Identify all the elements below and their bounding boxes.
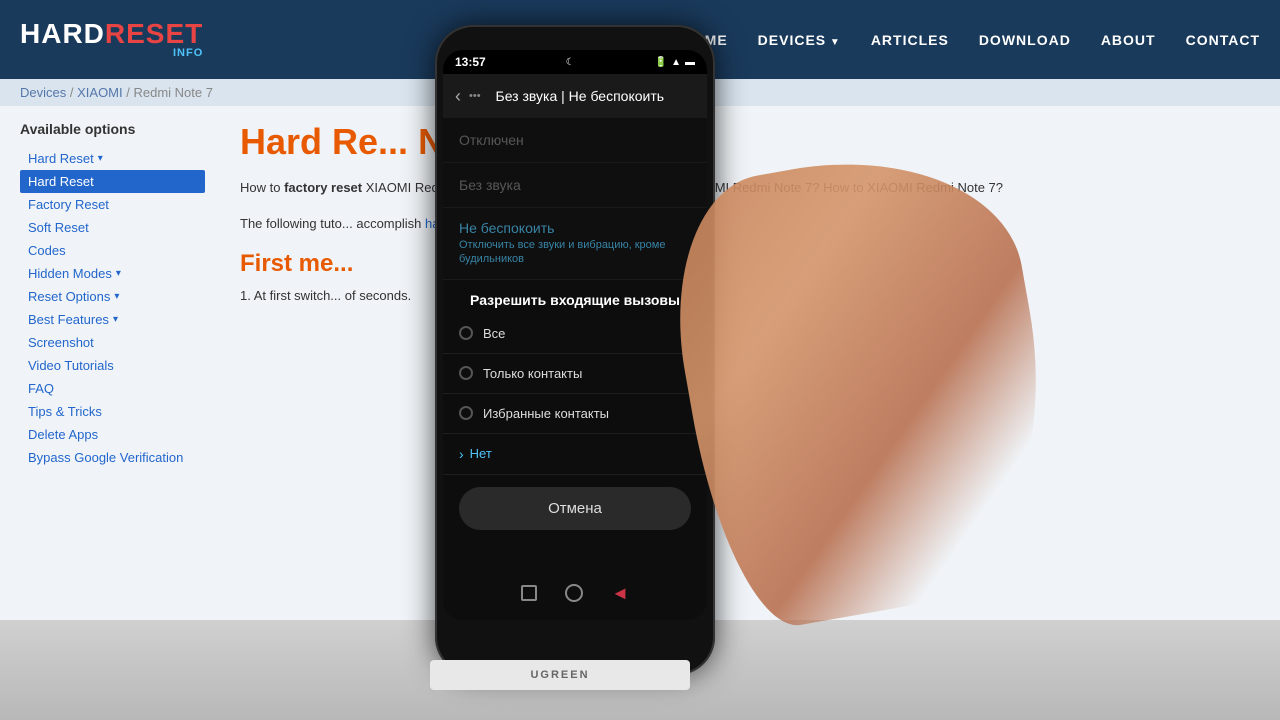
nav-articles[interactable]: ARTICLES [871,32,949,48]
sidebar-item-soft-reset[interactable]: Soft Reset [20,216,205,239]
ne-bespokoyt-subtitle: Отключить все звуки и вибрацию, кроме бу… [459,238,691,267]
sidebar-item-hidden-modes[interactable]: Hidden Modes ▾ [20,262,205,285]
phone-screen: 13:57 ☾ 🔋 ▲ ▬ ‹ ••• Без звука | Не беспо… [443,50,707,620]
sidebar: Available options Hard Reset ▾ Hard Rese… [20,121,220,469]
radio-contacts-only[interactable]: Только контакты [443,354,707,394]
nav-about[interactable]: ABOUT [1101,32,1156,48]
signal-icon: ▬ [685,57,695,68]
ne-bespokoyt-title[interactable]: Не беспокоить [459,220,691,236]
radio-favorites[interactable]: Избранные контакты [443,394,707,434]
phone-container: 13:57 ☾ 🔋 ▲ ▬ ‹ ••• Без звука | Не беспо… [420,10,730,690]
dropdown-arrow-reset: ▾ [114,291,119,302]
option-disabled[interactable]: Отключен [443,118,707,163]
radio-all[interactable]: Все [443,314,707,354]
phone-bottom-nav: ◄ [443,574,707,612]
sidebar-item-faq[interactable]: FAQ [20,377,205,400]
sidebar-item-best-features[interactable]: Best Features ▾ [20,308,205,331]
battery-icon: 🔋 [655,57,667,68]
cancel-button[interactable]: Отмена [459,487,691,530]
radio-section: Разрешить входящие вызовы Все Только кон… [443,280,707,530]
phone-body: 13:57 ☾ 🔋 ▲ ▬ ‹ ••• Без звука | Не беспо… [435,25,715,675]
dropdown-arrow: ▾ [98,153,103,164]
breadcrumb-xiaomi[interactable]: XIAOMI [77,85,123,100]
radio-dot-all [459,326,473,340]
sidebar-item-tips[interactable]: Tips & Tricks [20,400,205,423]
page-title: Hard Re... Note 7 [240,121,1260,163]
sidebar-item-video[interactable]: Video Tutorials [20,354,205,377]
radio-dot-favorites [459,406,473,420]
nav-links: HOME DEVICES ARTICLES DOWNLOAD ABOUT CON… [682,32,1260,48]
sidebar-item-reset-options[interactable]: Reset Options ▾ [20,285,205,308]
dropdown-arrow-best: ▾ [113,314,118,325]
sidebar-item-factory-reset[interactable]: Factory Reset [20,193,205,216]
radio-dot-contacts [459,366,473,380]
nav-square-button[interactable] [521,585,537,601]
sidebar-item-screenshot[interactable]: Screenshot [20,331,205,354]
sidebar-item-delete-apps[interactable]: Delete Apps [20,423,205,446]
nav-contact[interactable]: CONTACT [1186,32,1260,48]
breadcrumb-devices[interactable]: Devices [20,85,66,100]
ne-bespokoyt-section: Не беспокоить Отключить все звуки и вибр… [443,208,707,280]
sidebar-item-bypass-google[interactable]: Bypass Google Verification [20,446,205,469]
screen-title: Без звука | Не беспокоить [489,88,671,104]
sidebar-title: Available options [20,121,205,137]
status-moon-icon: ☾ [566,57,575,68]
breadcrumb-current: Redmi Note 7 [133,85,212,100]
screen-top-bar: ‹ ••• Без звука | Не беспокоить [443,74,707,118]
status-icons: 🔋 ▲ ▬ [655,57,695,68]
option-silent[interactable]: Без звука [443,163,707,208]
intro-text: How to factory reset XIAOMI Redmi Note 7… [240,178,1260,199]
tutorial-text: The following tuto... accomplish hard re… [240,214,1260,235]
dropdown-arrow-hidden: ▾ [116,268,121,279]
nav-devices[interactable]: DEVICES [758,32,841,48]
status-time: 13:57 [455,55,486,69]
allow-calls-header: Разрешить входящие вызовы [443,280,707,314]
dimmed-options: Отключен Без звука [443,118,707,208]
nav-download[interactable]: DOWNLOAD [979,32,1071,48]
nav-back-button[interactable]: ◄ [611,584,629,602]
dots-icon: ••• [469,90,481,102]
sidebar-item-hard-reset-dropdown[interactable]: Hard Reset ▾ [20,147,205,170]
nav-home-button[interactable] [565,584,583,602]
nyet-item[interactable]: › Нет [443,434,707,475]
sidebar-item-codes[interactable]: Codes [20,239,205,262]
step1-text: 1. At first switch... of seconds. [240,288,1260,303]
nyet-label: Нет [470,446,492,461]
sidebar-item-hard-reset-active[interactable]: Hard Reset [20,170,205,193]
wifi-icon: ▲ [671,57,681,68]
status-bar: 13:57 ☾ 🔋 ▲ ▬ [443,50,707,74]
main-content: Hard Re... Note 7 How to factory reset X… [220,121,1260,469]
site-logo[interactable]: HARDRESETINFO [20,20,203,59]
chevron-right-icon: › [459,446,464,462]
back-arrow-icon[interactable]: ‹ [455,86,461,107]
phone-stand: UGREEN [430,660,690,690]
first-method-title: First me... [240,250,1260,278]
